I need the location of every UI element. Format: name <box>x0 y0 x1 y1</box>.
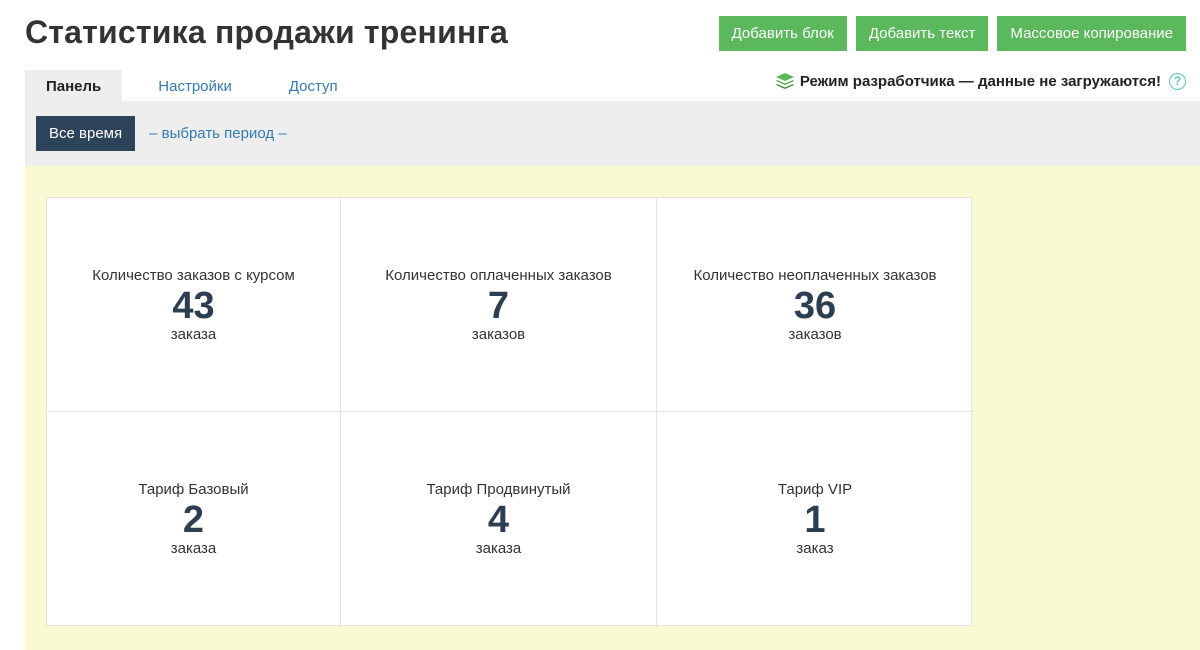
page-title: Статистика продажи тренинга <box>25 14 508 50</box>
stack-icon <box>774 71 796 91</box>
stat-card-tariff-basic: Тариф Базовый 2 заказа <box>47 412 341 627</box>
stat-value: 2 <box>182 499 205 541</box>
stat-unit: заказа <box>475 540 522 557</box>
stat-card-orders-paid: Количество оплаченных заказов 7 заказов <box>341 198 657 412</box>
stat-unit: заказов <box>471 326 526 343</box>
stat-label: Количество оплаченных заказов <box>385 267 612 284</box>
stat-card-tariff-advanced: Тариф Продвинутый 4 заказа <box>341 412 657 627</box>
stat-label: Тариф VIP <box>777 481 853 498</box>
stat-value: 36 <box>793 285 837 327</box>
tab-settings[interactable]: Настройки <box>137 70 253 102</box>
tab-panel[interactable]: Панель <box>25 70 123 102</box>
stat-label: Количество неоплаченных заказов <box>693 267 937 284</box>
stat-unit: заказ <box>796 540 834 557</box>
stat-card-orders-unpaid: Количество неоплаченных заказов 36 заказ… <box>657 198 973 412</box>
stat-card-orders-total: Количество заказов с курсом 43 заказа <box>47 198 341 412</box>
stat-unit: заказа <box>170 326 217 343</box>
stat-value: 7 <box>487 285 510 327</box>
tab-access[interactable]: Доступ <box>268 70 359 102</box>
stat-unit: заказов <box>788 326 842 343</box>
stat-label: Тариф Продвинутый <box>426 481 571 498</box>
stat-card-tariff-vip: Тариф VIP 1 заказ <box>657 412 973 627</box>
add-text-button[interactable]: Добавить текст <box>855 16 989 51</box>
dev-mode-text: Режим разработчика — данные не загружают… <box>799 72 1161 90</box>
select-period-link[interactable]: – выбрать период – <box>149 125 287 142</box>
stats-grid: Количество заказов с курсом 43 заказа Ко… <box>46 197 973 627</box>
help-icon[interactable]: ? <box>1169 72 1186 90</box>
stat-label: Количество заказов с курсом <box>92 267 295 284</box>
stat-label: Тариф Базовый <box>138 481 249 498</box>
tab-bar: Панель Настройки Доступ <box>25 70 359 102</box>
bulk-copy-button[interactable]: Массовое копирование <box>997 16 1186 51</box>
stat-unit: заказа <box>170 540 217 557</box>
stat-value: 4 <box>487 499 510 541</box>
dev-mode-notice: Режим разработчика — данные не загружают… <box>774 70 1186 92</box>
all-time-button[interactable]: Все время <box>36 116 136 151</box>
period-bar: Все время – выбрать период – <box>25 101 1200 166</box>
stat-value: 1 <box>804 499 826 541</box>
add-block-button[interactable]: Добавить блок <box>718 16 847 51</box>
header-actions: Добавить блок Добавить текст Массовое ко… <box>718 16 1186 51</box>
stat-value: 43 <box>172 285 215 327</box>
